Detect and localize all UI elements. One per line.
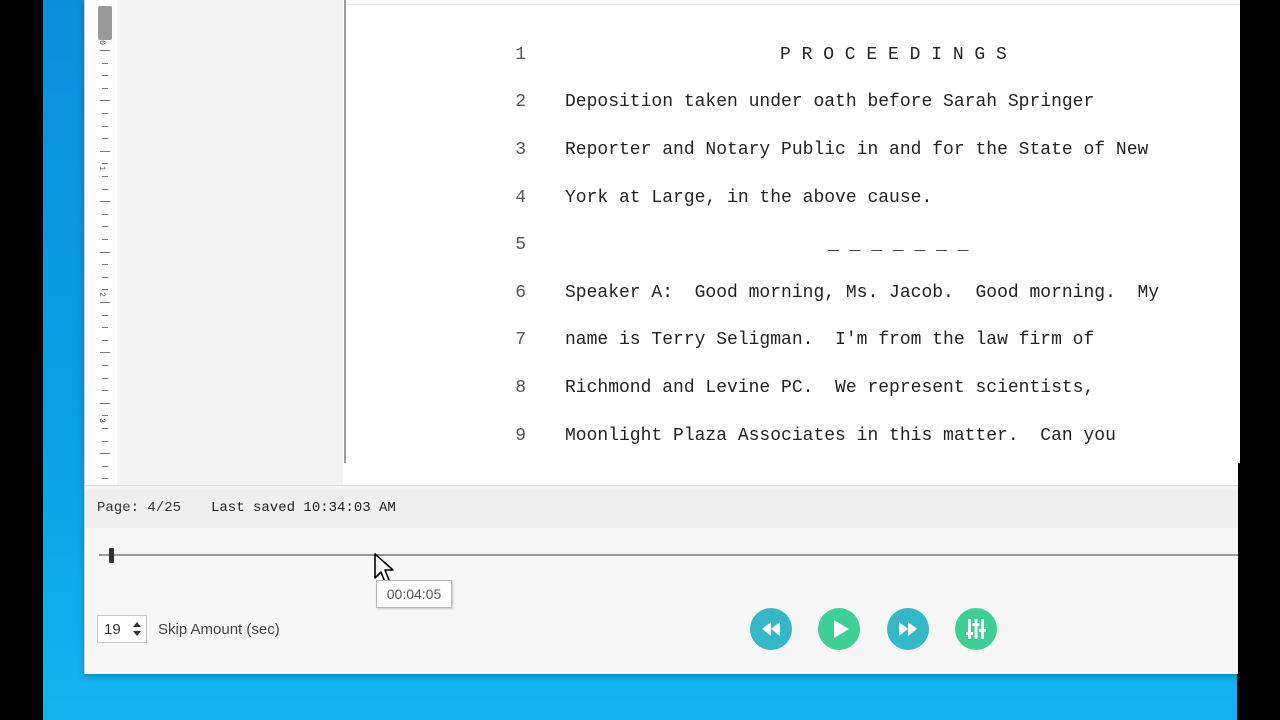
increment-arrow-icon[interactable] — [132, 620, 142, 628]
ruler-tick — [100, 302, 110, 303]
ruler-tick — [102, 314, 108, 316]
transcript-page[interactable]: 1 P R O C E E D I N G S 2 Deposition tak… — [344, 0, 1240, 463]
vertical-ruler: 0 1 2 3 — [93, 0, 118, 518]
play-button[interactable] — [818, 608, 860, 650]
last-saved-indicator: Last saved 10:34:03 AM — [211, 500, 396, 516]
timeline-playhead[interactable] — [109, 548, 114, 563]
ruler-margin-handle[interactable] — [98, 6, 112, 40]
line-number: 5 — [515, 235, 526, 255]
decrement-arrow-icon[interactable] — [132, 630, 142, 638]
line-number: 7 — [515, 330, 526, 350]
transcript-line-3[interactable]: 3 Reporter and Notary Public in and for … — [346, 136, 1240, 164]
ruler-tick — [102, 478, 108, 480]
ruler-tick — [102, 428, 108, 429]
ruler-tick — [102, 390, 108, 392]
transcript-line-4[interactable]: 4 York at Large, in the above cause. — [346, 184, 1240, 212]
ruler-tick — [102, 440, 108, 442]
line-number: 9 — [515, 426, 526, 446]
ruler-tick — [102, 188, 108, 190]
skip-amount-value: 19 — [104, 621, 121, 638]
play-icon — [834, 620, 849, 638]
ruler-tick — [102, 365, 108, 366]
skip-amount-label: Skip Amount (sec) — [158, 621, 280, 638]
editor-area[interactable]: 0 1 2 3 1 P R O C E E D I N G S 2 Deposi… — [85, 0, 1240, 518]
ruler-tick — [100, 352, 110, 354]
ruler-tick — [102, 125, 108, 127]
horizontal-ruler — [346, 0, 1240, 5]
fast-forward-button[interactable] — [887, 608, 929, 650]
ruler-tick — [100, 453, 110, 455]
ruler-tick — [102, 264, 108, 266]
ruler-number-0: 0 — [96, 40, 106, 45]
rewind-button[interactable] — [750, 608, 792, 650]
ruler-tick — [100, 50, 110, 51]
ruler-tick — [102, 339, 108, 341]
timeline-time-tooltip: 00:04:05 — [376, 580, 452, 608]
skip-amount-stepper[interactable]: 19 — [97, 615, 147, 643]
ruler-tick — [102, 226, 108, 228]
ruler-tick — [100, 251, 110, 253]
ruler-tick — [102, 465, 108, 467]
ruler-tick — [100, 201, 110, 203]
ruler-tick — [100, 402, 110, 404]
line-text: P R O C E E D I N G S — [780, 45, 1007, 65]
transcription-app-window: 0 1 2 3 1 P R O C E E D I N G S 2 Deposi… — [84, 0, 1240, 674]
audio-player-panel: 00:04:05 19 Skip Amount (sec) — [85, 528, 1238, 674]
ruler-number-2: 2 — [96, 292, 106, 297]
line-number: 8 — [515, 378, 526, 398]
ruler-tick — [102, 138, 108, 140]
transcript-line-5[interactable]: 5 _ _ _ _ _ _ _ — [346, 231, 1240, 259]
ruler-tick — [100, 150, 110, 152]
audio-timeline[interactable] — [99, 554, 1238, 556]
ruler-tick — [102, 113, 108, 114]
ruler-tick — [102, 176, 108, 177]
line-number: 1 — [515, 45, 526, 65]
transcript-line-2[interactable]: 2 Deposition taken under oath before Sar… — [346, 88, 1240, 116]
transcript-line-8[interactable]: 8 Richmond and Levine PC. We represent s… — [346, 374, 1240, 402]
line-number: 3 — [515, 140, 526, 160]
ruler-tick — [102, 327, 108, 329]
transcript-line-7[interactable]: 7 name is Terry Seligman. I'm from the l… — [346, 326, 1240, 354]
page-indicator: Page: 4/25 — [97, 500, 182, 516]
line-text: Deposition taken under oath before Sarah… — [565, 92, 1095, 112]
ruler-tick — [102, 289, 108, 291]
ruler-tick — [102, 62, 108, 64]
transcript-line-9[interactable]: 9 Moonlight Plaza Associates in this mat… — [346, 422, 1240, 450]
line-text: Moonlight Plaza Associates in this matte… — [565, 426, 1116, 446]
line-number: 2 — [515, 92, 526, 112]
ruler-tick — [102, 75, 108, 77]
line-number: 4 — [515, 188, 526, 208]
ruler-number-3: 3 — [96, 418, 106, 423]
line-number: 6 — [515, 283, 526, 303]
line-text: Speaker A: Good morning, Ms. Jacob. Good… — [565, 283, 1160, 303]
status-bar: Page: 4/25 Last saved 10:34:03 AM — [85, 490, 1238, 528]
ruler-tick — [102, 377, 108, 379]
ruler-tick — [102, 239, 108, 240]
line-text: Reporter and Notary Public in and for th… — [565, 140, 1149, 160]
rewind-icon — [762, 622, 780, 636]
audio-settings-button[interactable] — [955, 608, 997, 650]
line-text: name is Terry Seligman. I'm from the law… — [565, 330, 1095, 350]
ruler-number-1: 1 — [96, 166, 106, 171]
line-text: York at Large, in the above cause. — [565, 188, 933, 208]
ruler-tick — [102, 213, 108, 215]
transcript-line-1[interactable]: 1 P R O C E E D I N G S — [346, 41, 1240, 69]
ruler-tick — [102, 415, 108, 417]
ruler-tick — [100, 100, 110, 102]
line-text: _ _ _ _ _ _ _ — [828, 235, 969, 255]
transcript-line-6[interactable]: 6 Speaker A: Good morning, Ms. Jacob. Go… — [346, 279, 1240, 307]
ruler-tick — [102, 87, 108, 89]
page-margin — [117, 0, 343, 485]
equalizer-icon — [966, 619, 986, 639]
ruler-tick — [102, 276, 108, 278]
ruler-tick — [102, 163, 108, 165]
fast-forward-icon — [899, 622, 917, 636]
line-text: Richmond and Levine PC. We represent sci… — [565, 378, 1095, 398]
